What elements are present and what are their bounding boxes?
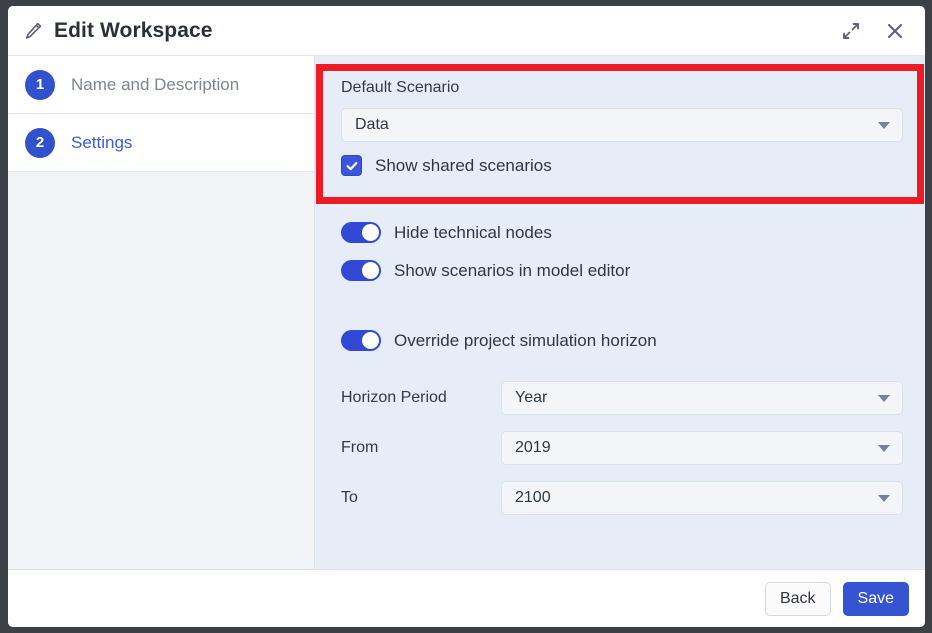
show-shared-scenarios-label: Show shared scenarios (375, 156, 552, 176)
horizon-period-row: Horizon Period Year (341, 381, 903, 415)
titlebar-actions (839, 19, 907, 43)
default-scenario-group: Default Scenario Data Show shared scenar… (341, 79, 903, 176)
chevron-down-icon (878, 445, 890, 452)
hide-technical-nodes-toggle[interactable] (341, 222, 381, 243)
expand-icon[interactable] (839, 19, 863, 43)
chevron-down-icon (878, 122, 890, 129)
chevron-down-icon (878, 495, 890, 502)
show-scenarios-in-model-editor-toggle[interactable] (341, 260, 381, 281)
override-project-simulation-horizon-label: Override project simulation horizon (394, 331, 657, 351)
sidebar-filler (8, 172, 314, 569)
horizon-from-value: 2019 (515, 439, 878, 457)
wizard-sidebar: 1 Name and Description 2 Settings (8, 56, 315, 569)
show-shared-scenarios-row[interactable]: Show shared scenarios (341, 155, 903, 176)
sidebar-item-label: Name and Description (71, 75, 239, 95)
edit-workspace-dialog: Edit Workspace 1 Name and D (8, 6, 925, 627)
horizon-period-value: Year (515, 389, 878, 407)
sidebar-item-settings[interactable]: 2 Settings (8, 114, 314, 172)
default-scenario-label: Default Scenario (341, 79, 903, 97)
horizon-from-row: From 2019 (341, 431, 903, 465)
hide-technical-nodes-label: Hide technical nodes (394, 223, 552, 243)
horizon-to-value: 2100 (515, 489, 878, 507)
sidebar-item-label: Settings (71, 133, 132, 153)
save-button[interactable]: Save (843, 582, 909, 616)
horizon-fields: Horizon Period Year From 2019 To (341, 381, 903, 515)
horizon-period-label: Horizon Period (341, 389, 501, 407)
toggle-knob (362, 224, 379, 241)
dialog-titlebar: Edit Workspace (8, 6, 925, 56)
default-scenario-select[interactable]: Data (341, 108, 903, 142)
show-scenarios-in-model-editor-row[interactable]: Show scenarios in model editor (341, 260, 630, 281)
horizon-from-label: From (341, 439, 501, 457)
horizon-from-select[interactable]: 2019 (501, 431, 903, 465)
hide-technical-nodes-row[interactable]: Hide technical nodes (341, 222, 552, 243)
pencil-icon (22, 20, 44, 42)
dialog-footer: Back Save (8, 569, 925, 627)
chevron-down-icon (878, 395, 890, 402)
back-button[interactable]: Back (765, 582, 831, 616)
toggle-knob (362, 262, 379, 279)
default-scenario-value: Data (355, 116, 878, 134)
page-title: Edit Workspace (54, 19, 839, 43)
show-shared-scenarios-checkbox[interactable] (341, 155, 362, 176)
step-badge: 2 (25, 128, 55, 158)
step-badge: 1 (25, 70, 55, 100)
close-icon[interactable] (883, 19, 907, 43)
override-project-simulation-horizon-row[interactable]: Override project simulation horizon (341, 330, 657, 351)
dialog-body: 1 Name and Description 2 Settings Defaul… (8, 56, 925, 569)
override-project-simulation-horizon-toggle[interactable] (341, 330, 381, 351)
horizon-to-select[interactable]: 2100 (501, 481, 903, 515)
settings-panel: Default Scenario Data Show shared scenar… (315, 56, 925, 569)
toggle-knob (362, 332, 379, 349)
show-scenarios-in-model-editor-label: Show scenarios in model editor (394, 261, 630, 281)
horizon-to-label: To (341, 489, 501, 507)
horizon-period-select[interactable]: Year (501, 381, 903, 415)
horizon-to-row: To 2100 (341, 481, 903, 515)
sidebar-item-name-and-description[interactable]: 1 Name and Description (8, 56, 314, 114)
